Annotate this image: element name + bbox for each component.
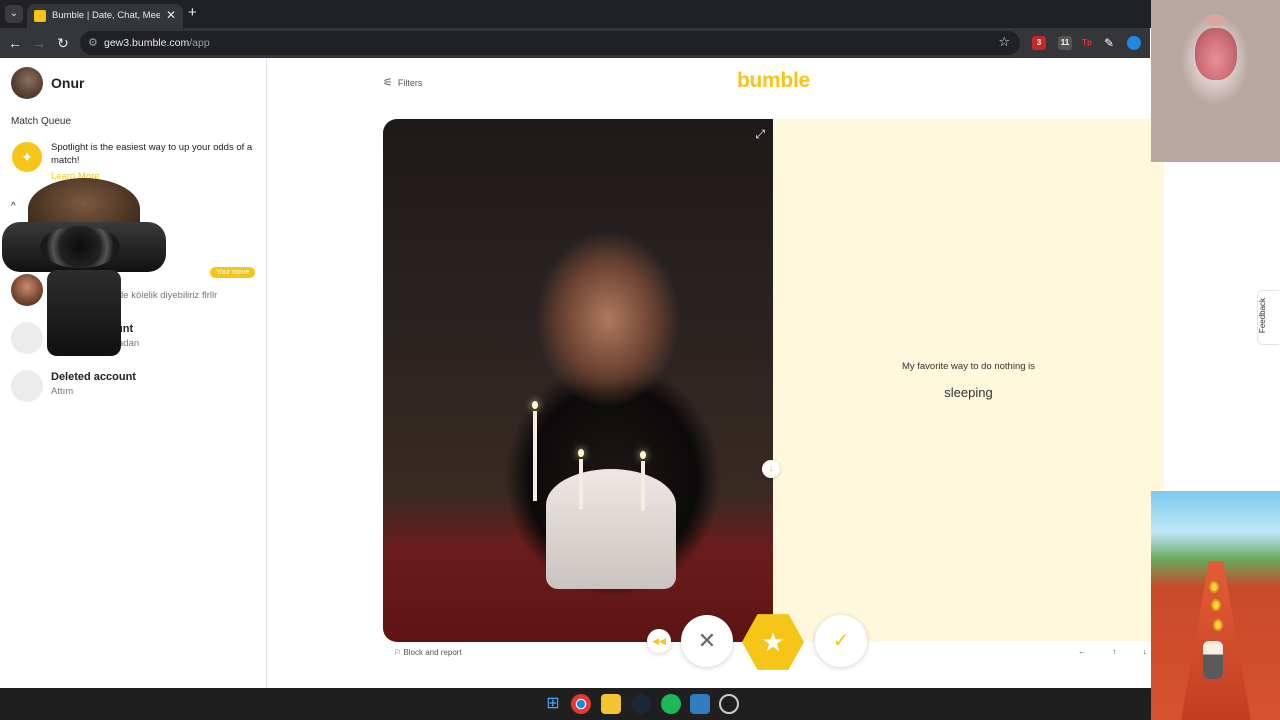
candle — [533, 411, 537, 501]
user-name[interactable]: Onur — [51, 75, 84, 91]
profile-about-card: My favorite way to do nothing is sleepin… — [773, 119, 1164, 642]
extension-tp-icon[interactable]: Tp — [1080, 36, 1094, 50]
photos-icon[interactable] — [690, 694, 710, 714]
candle-flame — [640, 451, 646, 459]
site-info-icon[interactable]: ⚙ — [88, 36, 98, 49]
conversation-message: Attım — [51, 386, 74, 397]
pass-button[interactable]: ✕ — [681, 615, 733, 667]
match-queue-title: Match Queue — [11, 116, 72, 127]
browser-tab-bumble[interactable]: Bumble | Date, Chat, Meet New ✕ — [27, 4, 183, 28]
bumble-favicon-icon — [34, 10, 46, 22]
webcam-lens — [40, 226, 120, 268]
candle-flame — [578, 449, 584, 457]
url-text[interactable]: gew3.bumble.com/app — [104, 36, 210, 50]
steam-icon[interactable] — [631, 694, 651, 714]
bumble-logo: bumble — [737, 69, 810, 92]
sidebar: Onur Match Queue ✦ Spotlight is the easi… — [0, 58, 267, 688]
like-check-button[interactable]: ✓ — [815, 615, 867, 667]
tab-title: Bumble | Date, Chat, Meet New — [52, 10, 160, 21]
expand-icon[interactable]: ⤢ — [755, 127, 765, 142]
candle — [579, 459, 583, 509]
profile-photo[interactable]: ⤢ — [383, 119, 773, 642]
chrome-icon[interactable] — [571, 694, 591, 714]
avatar-placeholder — [11, 370, 43, 402]
prompt-answer: sleeping — [944, 385, 993, 400]
reload-icon[interactable]: ↻ — [54, 34, 72, 52]
os-taskbar: ⊞ — [0, 688, 1151, 720]
webcam-overlay — [0, 178, 170, 356]
scroll-down-arrow-icon[interactable]: ↓ — [762, 460, 780, 478]
tab-list-chevron-icon[interactable]: ⌄ — [5, 5, 23, 23]
birthday-cake — [546, 469, 676, 589]
sliders-icon: ⚟ — [383, 77, 393, 89]
browser-tab-bar: ⌄ Bumble | Date, Chat, Meet New ✕ + — [0, 0, 1280, 28]
address-bar[interactable]: ⚙ gew3.bumble.com/app ☆ — [80, 31, 1020, 55]
prompt-question: My favorite way to do nothing is — [901, 361, 1036, 372]
coin — [1213, 619, 1223, 631]
forward-arrow-icon[interactable]: → — [30, 34, 48, 52]
feedback-tab[interactable]: Feedback — [1257, 290, 1279, 345]
bumble-app: Onur Match Queue ✦ Spotlight is the easi… — [0, 58, 1181, 688]
extension-badge-icon[interactable]: 3 — [1032, 36, 1046, 50]
new-tab-plus-icon[interactable]: + — [188, 5, 197, 21]
candle — [641, 461, 645, 511]
profile-icon[interactable] — [1127, 36, 1141, 50]
cat-mouth — [1195, 28, 1237, 80]
extension-eyedropper-icon[interactable]: ✎ — [1102, 36, 1116, 50]
candle-flame — [532, 401, 538, 409]
runner-game-overlay — [1151, 491, 1280, 720]
webcam-stand — [47, 270, 121, 356]
bookmark-star-icon[interactable]: ☆ — [998, 34, 1010, 50]
spotlight-text: Spotlight is the easiest way to up your … — [51, 142, 253, 166]
block-and-report-link[interactable]: ⚐ Block and report — [394, 648, 462, 657]
user-avatar[interactable] — [11, 67, 43, 99]
rewind-button[interactable]: ◀◀ — [647, 629, 671, 653]
app-icon[interactable] — [719, 694, 739, 714]
coin — [1211, 599, 1221, 611]
extension-calendar-icon[interactable]: 11 — [1058, 36, 1072, 50]
spotify-icon[interactable] — [661, 694, 681, 714]
runner-character — [1203, 641, 1223, 679]
windows-start-icon[interactable]: ⊞ — [543, 694, 563, 714]
coin — [1209, 581, 1219, 593]
filters-button[interactable]: ⚟ Filters — [383, 76, 422, 89]
tab-close-icon[interactable]: ✕ — [166, 8, 176, 22]
spotlight-sparkle-icon[interactable]: ✦ — [12, 142, 42, 172]
file-explorer-icon[interactable] — [601, 694, 621, 714]
conversation-item[interactable]: Deleted account Attım — [0, 366, 267, 410]
your-move-badge: Your move — [210, 267, 256, 278]
cat-nose — [1205, 14, 1225, 26]
conversation-name: Deleted account — [51, 371, 136, 383]
browser-toolbar: ← → ↻ ⚙ gew3.bumble.com/app ☆ 3 11 Tp ✎ — [0, 28, 1150, 58]
cat-camera-overlay — [1151, 0, 1280, 162]
back-arrow-icon[interactable]: ← — [6, 34, 24, 52]
